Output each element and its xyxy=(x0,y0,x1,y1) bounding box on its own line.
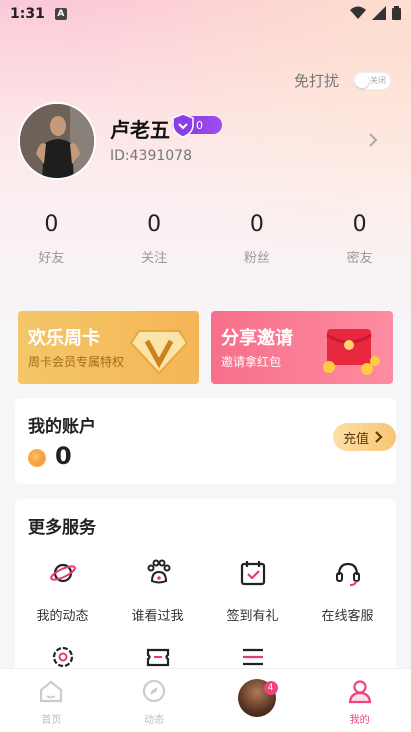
weekly-card-promo[interactable]: 欢乐周卡 周卡会员专属特权 xyxy=(18,311,199,384)
stat-value: 0 xyxy=(352,212,367,237)
nav-center-avatar[interactable]: 4 xyxy=(206,669,309,732)
bottom-nav: 首页 动态 4 我的 xyxy=(0,668,411,732)
nav-label: 我的 xyxy=(349,715,370,726)
service-visitors[interactable]: 谁看过我 xyxy=(110,559,205,624)
more-services-card: 更多服务 我的动态 谁看过我 签到有礼 在线客服 xyxy=(15,499,396,674)
status-time: 1:31 xyxy=(10,6,45,22)
do-not-disturb: 免打扰 关闭 xyxy=(294,70,391,91)
battery-icon xyxy=(392,6,401,20)
gear-icon xyxy=(52,646,73,668)
sliders-icon xyxy=(242,648,263,666)
nav-label: 动态 xyxy=(144,715,165,726)
service-label: 签到有礼 xyxy=(226,609,279,624)
account-title: 我的账户 xyxy=(28,417,96,437)
stat-value: 0 xyxy=(44,212,59,237)
profile-header[interactable]: 卢老五 0 ID:4391078 xyxy=(18,102,393,182)
promo-subtitle: 邀请拿红包 xyxy=(221,355,282,369)
service-label: 谁看过我 xyxy=(131,609,184,624)
stat-fans[interactable]: 0 粉丝 xyxy=(206,212,309,266)
vip-badge[interactable]: 0 xyxy=(172,113,222,138)
headset-icon xyxy=(335,562,360,586)
stat-friends[interactable]: 0 好友 xyxy=(0,212,103,266)
signal-icon xyxy=(372,6,386,20)
compass-icon xyxy=(143,679,166,703)
stat-value: 0 xyxy=(147,212,162,237)
nav-moments[interactable]: 动态 xyxy=(103,669,206,732)
toggle-knob xyxy=(355,73,369,88)
stat-following[interactable]: 0 关注 xyxy=(103,212,206,266)
balance-value: 0 xyxy=(55,442,72,470)
user-id: ID:4391078 xyxy=(110,148,192,164)
stat-label: 好友 xyxy=(38,251,65,266)
promo-title: 分享邀请 xyxy=(221,328,293,349)
stat-value: 0 xyxy=(249,212,264,237)
service-my-posts[interactable]: 我的动态 xyxy=(15,559,110,624)
share-invite-promo[interactable]: 分享邀请 邀请拿红包 xyxy=(211,311,393,384)
app-notification-icon: A xyxy=(54,8,67,20)
promo-title: 欢乐周卡 xyxy=(28,328,100,349)
recharge-label: 充值 xyxy=(343,431,370,447)
home-icon xyxy=(40,680,63,703)
services-title: 更多服务 xyxy=(28,518,96,538)
chevron-right-icon xyxy=(375,431,383,443)
chevron-right-icon[interactable] xyxy=(367,132,379,148)
nav-home[interactable]: 首页 xyxy=(0,669,103,732)
service-label: 我的动态 xyxy=(36,609,89,624)
calendar-check-icon xyxy=(240,561,265,586)
stat-label: 关注 xyxy=(141,251,168,266)
coin-icon xyxy=(28,449,46,467)
stat-close-friends[interactable]: 0 密友 xyxy=(308,212,411,266)
dnd-label: 免打扰 xyxy=(293,72,339,90)
user-name: 卢老五 xyxy=(110,118,170,142)
wifi-icon xyxy=(350,6,366,19)
vip-level: 0 xyxy=(196,118,203,132)
nav-mine[interactable]: 我的 xyxy=(308,669,411,732)
nav-label: 首页 xyxy=(41,715,62,726)
stat-label: 粉丝 xyxy=(243,251,270,266)
planet-icon xyxy=(49,563,76,583)
recharge-button[interactable]: 充值 xyxy=(333,423,396,451)
shield-icon xyxy=(172,113,194,138)
paw-icon xyxy=(147,559,170,584)
account-card: 我的账户 0 充值 xyxy=(15,398,396,484)
promo-subtitle: 周卡会员专属特权 xyxy=(28,355,125,369)
status-bar: 1:31 A xyxy=(0,0,411,28)
diamond-v-icon xyxy=(129,330,189,375)
stat-label: 密友 xyxy=(346,251,373,266)
stats-row: 0 好友 0 关注 0 粉丝 0 密友 xyxy=(0,212,411,266)
ticket-icon xyxy=(146,648,169,667)
service-checkin[interactable]: 签到有礼 xyxy=(205,559,300,624)
red-envelope-icon xyxy=(323,329,380,375)
service-label: 在线客服 xyxy=(321,609,374,624)
avatar[interactable] xyxy=(18,102,96,180)
toggle-text: 关闭 xyxy=(370,75,386,85)
notification-badge: 4 xyxy=(263,681,278,695)
dnd-toggle[interactable]: 关闭 xyxy=(353,71,391,90)
user-icon xyxy=(348,680,371,704)
service-support[interactable]: 在线客服 xyxy=(300,559,395,624)
avatar-photo xyxy=(20,104,94,178)
